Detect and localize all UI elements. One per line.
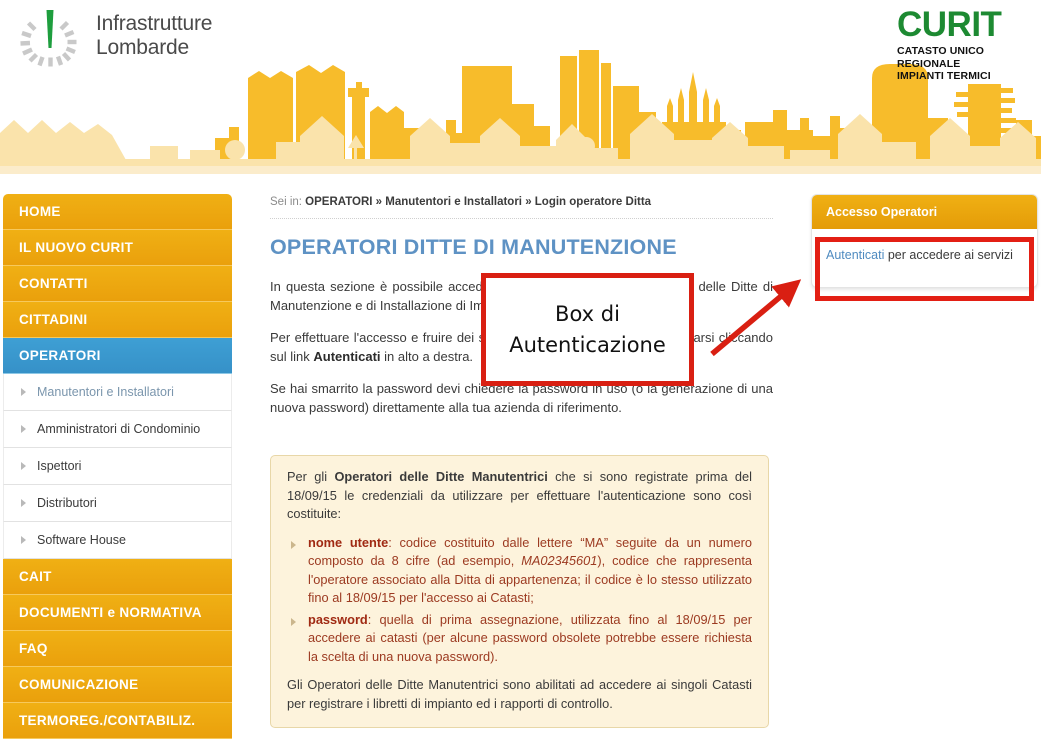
annotation-arrow-icon (710, 279, 802, 357)
sidebar-subitem-manutentori-e-installatori[interactable]: Manutentori e Installatori (3, 374, 232, 411)
sidebar-item-comunicazione[interactable]: COMUNICAZIONE (3, 667, 232, 703)
curit-logo: CURIT CATASTO UNICO REGIONALE IMPIANTI T… (897, 5, 1027, 83)
sidebar-item-termoreg-contabiliz[interactable]: TERMOREG./CONTABILIZ. (3, 703, 232, 739)
info-box-intro: Per gli Operatori delle Ditte Manutentri… (287, 468, 752, 524)
breadcrumb: Sei in: OPERATORI » Manutentori e Instal… (270, 196, 773, 218)
chevron-right-icon (291, 617, 296, 626)
breadcrumb-prefix: Sei in: (270, 196, 302, 208)
list-item: nome utente: codice costituito dalle let… (287, 534, 752, 608)
curit-subtitle: CATASTO UNICO REGIONALE IMPIANTI TERMICI (897, 45, 991, 82)
chevron-right-icon (291, 540, 296, 549)
page-title: OPERATORI DITTE DI MANUTENZIONE (270, 235, 677, 259)
sidebar-subitem-ispettori[interactable]: Ispettori (3, 448, 232, 485)
chevron-right-icon (21, 462, 26, 470)
sidebar-subitem-label: Distributori (37, 496, 97, 510)
sidebar-item-il-nuovo-curit[interactable]: IL NUOVO CURIT (3, 230, 232, 266)
chevron-right-icon (21, 536, 26, 544)
info-box-outro: Gli Operatori delle Ditte Manutentrici s… (287, 677, 752, 711)
chevron-right-icon (21, 499, 26, 507)
credentials-info-box: Per gli Operatori delle Ditte Manutentri… (270, 455, 769, 728)
paragraph-text: in alto a destra. (380, 348, 474, 364)
breadcrumb-path[interactable]: OPERATORI » Manutentori e Installatori »… (305, 196, 651, 208)
item-label: password (308, 611, 368, 627)
sidebar-item-contatti[interactable]: CONTATTI (3, 266, 232, 302)
sidebar-subitem-distributori[interactable]: Distributori (3, 485, 232, 522)
panel-header-title: Accesso Operatori (812, 195, 1037, 229)
infrastrutture-lombarde-wordmark: Infrastrutture Lombarde (96, 12, 213, 59)
annotation-highlight-rectangle (815, 237, 1034, 301)
credentials-list: nome utente: codice costituito dalle let… (287, 534, 752, 667)
sidebar-subitem-label: Software House (37, 533, 126, 547)
infrastrutture-lombarde-logo: Infrastrutture Lombarde (14, 6, 229, 72)
sidebar-subitem-software-house[interactable]: Software House (3, 522, 232, 559)
paragraph-text: Se hai smarrito la password devi chieder… (270, 381, 773, 415)
sidebar-subitem-label: Manutentori e Installatori (37, 385, 174, 399)
info-text: Per gli (287, 469, 335, 484)
annotation-callout-box: Box di Autenticazione (481, 273, 694, 386)
sidebar-subitem-label: Ispettori (37, 459, 82, 473)
sidebar-item-cittadini[interactable]: CITTADINI (3, 302, 232, 338)
callout-line-2: Autenticazione (509, 332, 666, 357)
curit-wordmark: CURIT (897, 5, 1002, 44)
sidebar-subitem-amministratori-di-condominio[interactable]: Amministratori di Condominio (3, 411, 232, 448)
main-navigation-sidebar: HOME IL NUOVO CURIT CONTATTI CITTADINI O… (3, 194, 232, 739)
list-item: password: quella di prima assegnazione, … (287, 611, 752, 667)
autenticati-bold: Autenticati (313, 348, 381, 364)
callout-line-1: Box di (555, 301, 620, 326)
sidebar-item-operatori[interactable]: OPERATORI (3, 338, 232, 374)
item-label: nome utente (308, 534, 389, 550)
sidebar-item-faq[interactable]: FAQ (3, 631, 232, 667)
chevron-right-icon (21, 388, 26, 396)
sidebar-item-home[interactable]: HOME (3, 194, 232, 230)
sidebar-item-cait[interactable]: CAIT (3, 559, 232, 595)
info-bold: Operatori delle Ditte Manutentrici (334, 469, 548, 484)
sunburst-logo-icon (20, 10, 77, 67)
chevron-right-icon (21, 425, 26, 433)
sidebar-subitem-label: Amministratori di Condominio (37, 422, 201, 436)
item-example-code: MA02345601 (521, 553, 598, 568)
item-text: : quella di prima assegnazione, utilizza… (308, 611, 752, 664)
sidebar-item-documenti-e-normativa[interactable]: DOCUMENTI e NORMATIVA (3, 595, 232, 631)
header-banner: Infrastrutture Lombarde CURIT CATASTO UN… (0, 0, 1041, 176)
breadcrumb-divider (270, 218, 773, 219)
